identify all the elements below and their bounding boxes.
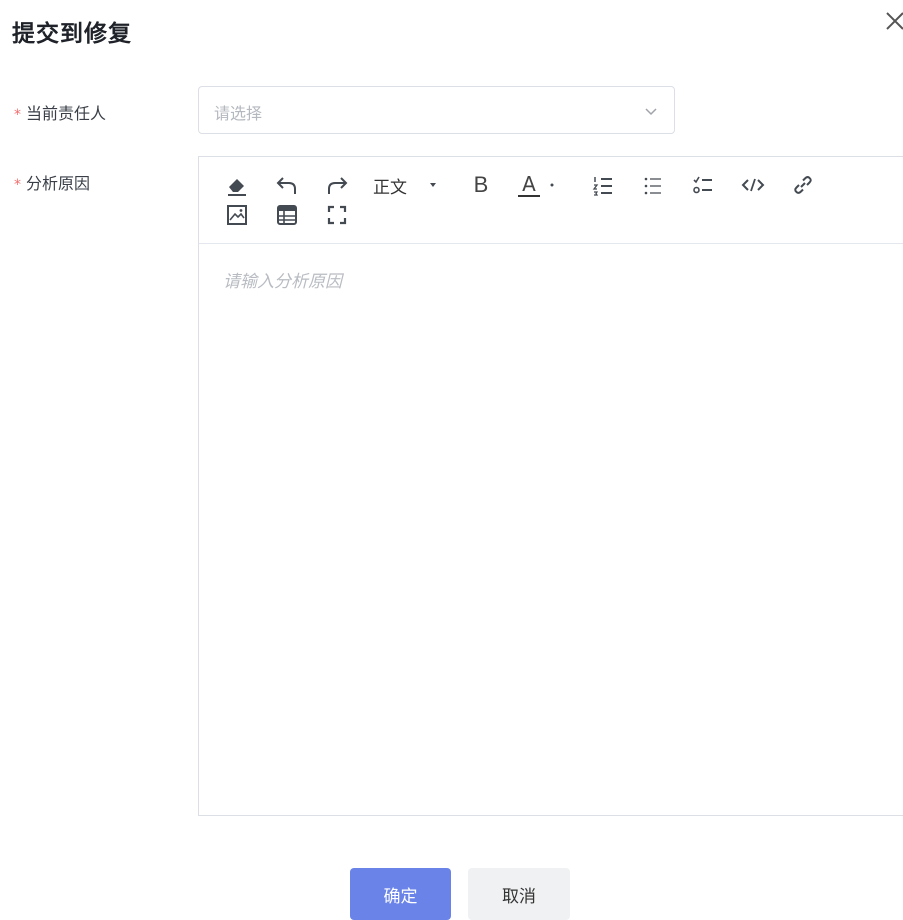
editor-toolbar: 正文 B A	[199, 157, 903, 244]
bullet-list-button[interactable]	[639, 171, 667, 199]
required-mark: *	[14, 107, 21, 123]
chevron-down-icon	[645, 108, 657, 116]
cancel-button[interactable]: 取消	[468, 868, 570, 920]
image-icon	[227, 205, 247, 225]
assignee-label: 当前责任人	[26, 104, 107, 123]
ordered-list-button[interactable]	[589, 171, 617, 199]
bold-button[interactable]: B	[467, 171, 495, 199]
close-icon	[886, 12, 903, 30]
analysis-label-row: * 分析原因	[14, 170, 90, 194]
redo-icon	[328, 177, 348, 194]
table-button[interactable]	[273, 201, 301, 229]
analysis-label: 分析原因	[26, 174, 91, 193]
eraser-button[interactable]	[223, 171, 251, 199]
assignee-placeholder: 请选择	[214, 104, 263, 123]
dropdown-caret-icon	[430, 183, 436, 187]
confirm-button[interactable]: 确定	[350, 868, 451, 920]
eraser-icon	[228, 179, 246, 196]
text-color-underline	[518, 195, 540, 197]
link-icon	[794, 176, 812, 194]
close-button[interactable]	[883, 9, 903, 33]
fullscreen-icon	[327, 205, 347, 225]
bold-icon: B	[473, 172, 489, 197]
bullet-list-icon	[644, 177, 661, 195]
text-color-button[interactable]: A	[517, 169, 565, 201]
dropdown-caret-icon	[550, 183, 554, 187]
task-list-icon	[693, 176, 712, 194]
dialog-title: 提交到修复	[12, 21, 132, 47]
text-color-icon: A	[517, 173, 541, 197]
fullscreen-button[interactable]	[323, 201, 351, 229]
text-color-label: A	[522, 172, 536, 196]
undo-button[interactable]	[273, 171, 301, 199]
link-button[interactable]	[789, 171, 817, 199]
undo-icon	[276, 177, 296, 194]
analysis-editor-placeholder[interactable]: 请输入分析原因	[223, 267, 342, 292]
rich-text-editor: 正文 B A 请输入分析原因	[198, 156, 903, 816]
image-button[interactable]	[223, 201, 251, 229]
assignee-label-row: * 当前责任人	[14, 100, 106, 124]
table-icon	[277, 205, 297, 225]
code-icon	[741, 178, 765, 192]
code-button[interactable]	[739, 171, 767, 199]
heading-dropdown[interactable]: 正文	[373, 171, 453, 199]
ordered-list-icon	[592, 177, 612, 196]
task-list-button[interactable]	[689, 171, 717, 199]
redo-button[interactable]	[323, 171, 351, 199]
required-mark: *	[14, 177, 21, 193]
assignee-select[interactable]: 请选择	[198, 86, 675, 134]
heading-label: 正文	[373, 177, 407, 198]
